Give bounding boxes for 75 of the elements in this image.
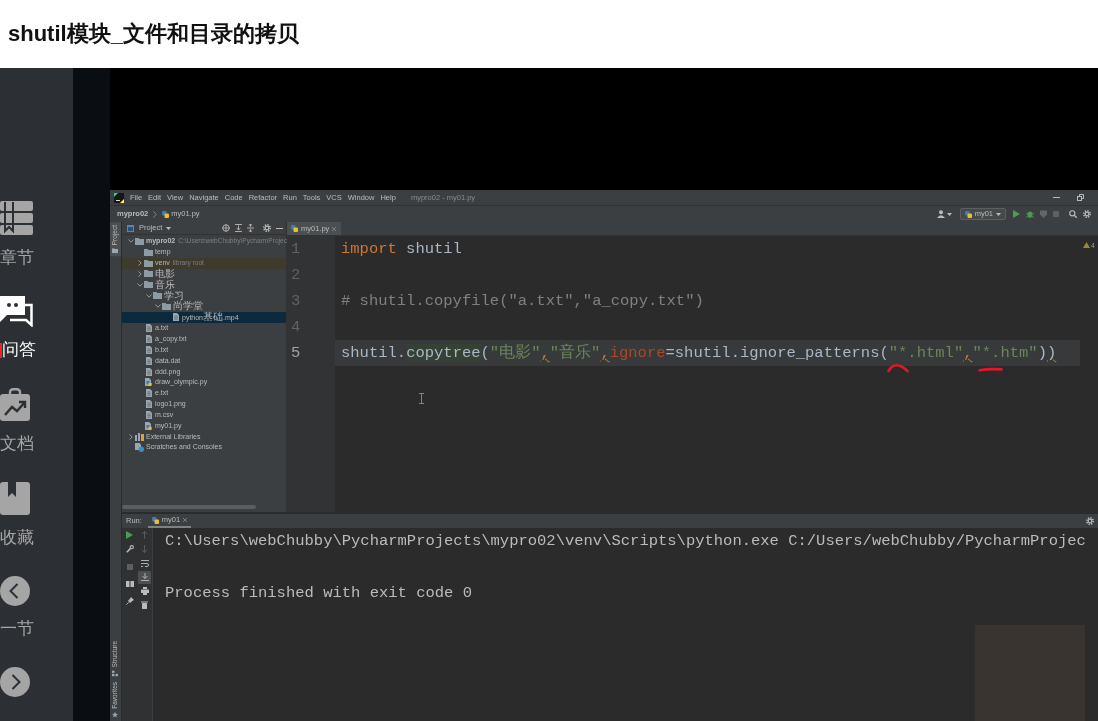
python-file-icon bbox=[291, 225, 298, 232]
page-title: shutil模块_文件和目录的拷贝 bbox=[8, 20, 299, 48]
tree-item[interactable]: 电影 bbox=[122, 268, 286, 280]
document-icon bbox=[145, 335, 152, 343]
collapse-icon[interactable] bbox=[235, 224, 242, 232]
warning-icon[interactable] bbox=[1083, 242, 1091, 248]
document-icon bbox=[172, 313, 179, 322]
wrap-lines-icon[interactable] bbox=[140, 559, 149, 567]
python-file-icon bbox=[145, 421, 152, 430]
sidebar-button[interactable]: 一节 bbox=[0, 576, 34, 639]
console-line: Process finished with exit code 0 bbox=[165, 583, 473, 604]
document-icon bbox=[145, 367, 152, 376]
caret-icon bbox=[166, 226, 172, 230]
minus-icon[interactable] bbox=[276, 227, 283, 229]
sidebar-button[interactable]: 章节 bbox=[0, 201, 34, 268]
pin-icon[interactable] bbox=[125, 597, 134, 605]
search-icon[interactable] bbox=[1069, 210, 1077, 218]
run-icon[interactable] bbox=[1013, 210, 1020, 218]
chevron-down-icon[interactable] bbox=[154, 304, 161, 309]
scroll-to-end-icon bbox=[140, 573, 149, 581]
scratch-file-icon bbox=[135, 442, 144, 452]
caret-icon[interactable] bbox=[946, 212, 952, 216]
code-line: import shutil bbox=[340, 239, 463, 260]
tree-item[interactable]: 学习 bbox=[122, 290, 286, 302]
bug-icon[interactable] bbox=[1026, 210, 1034, 218]
wrench-icon[interactable] bbox=[125, 545, 134, 553]
chevron-down-icon[interactable] bbox=[136, 282, 143, 287]
pen-stroke-mark bbox=[887, 363, 909, 373]
sidebar-button[interactable]: 文档 bbox=[0, 388, 34, 454]
chevron-right-icon[interactable] bbox=[128, 433, 133, 440]
chevron-down-icon[interactable] bbox=[127, 239, 134, 244]
crosshair-icon[interactable] bbox=[222, 224, 230, 232]
close-icon[interactable] bbox=[332, 226, 337, 231]
printer-icon[interactable] bbox=[140, 587, 149, 595]
chevron-down-icon[interactable] bbox=[145, 293, 152, 298]
layout-icon[interactable] bbox=[125, 581, 134, 587]
scroll-to-end-button[interactable] bbox=[138, 570, 151, 584]
settings-icon[interactable] bbox=[1086, 517, 1094, 525]
settings-icon[interactable] bbox=[1083, 210, 1091, 218]
document-icon bbox=[145, 356, 152, 365]
tree-item[interactable]: 音乐 bbox=[122, 279, 286, 291]
folder-icon bbox=[112, 248, 119, 254]
pen-stroke-mark bbox=[978, 367, 1003, 372]
restore-icon[interactable] bbox=[1077, 194, 1084, 201]
tree-item[interactable]: 尚学堂 bbox=[122, 301, 286, 312]
python-file-icon bbox=[964, 210, 972, 218]
text-cursor-icon bbox=[419, 393, 424, 404]
caret-icon bbox=[996, 212, 1001, 216]
python-file-icon bbox=[162, 210, 170, 218]
sidebar-button[interactable]: 收藏 bbox=[0, 482, 34, 548]
python-file-icon bbox=[145, 378, 152, 387]
trash-icon[interactable] bbox=[141, 601, 148, 609]
expand-icon[interactable] bbox=[247, 224, 254, 232]
sidebar-button[interactable]: 问答 bbox=[0, 296, 36, 360]
star-icon bbox=[112, 712, 119, 718]
window-icon bbox=[127, 224, 134, 232]
close-icon[interactable] bbox=[183, 518, 188, 522]
run-icon[interactable] bbox=[126, 531, 133, 539]
structure-icon bbox=[112, 670, 119, 677]
document-icon bbox=[145, 345, 152, 354]
chevron-right-icon[interactable] bbox=[137, 260, 142, 267]
document-icon bbox=[145, 389, 152, 398]
app-logo-icon bbox=[114, 192, 124, 203]
chevron-right-icon[interactable] bbox=[137, 270, 142, 277]
sidebar-button[interactable] bbox=[0, 667, 30, 697]
code-line: # shutil.copyfile("a.txt","a_copy.txt") bbox=[340, 291, 705, 312]
library-icon bbox=[135, 432, 144, 441]
line-number: 5 bbox=[290, 343, 302, 364]
python-file-icon bbox=[151, 516, 159, 524]
selection-marker bbox=[0, 342, 2, 358]
chevron-icon bbox=[153, 210, 158, 218]
settings-icon[interactable] bbox=[263, 224, 271, 232]
stop-icon[interactable] bbox=[126, 564, 133, 570]
document-icon bbox=[145, 324, 152, 333]
console-line: C:\Users\webChubby\PycharmProjects\mypro02\venv\Scripts\python.exe C:/Users/webChubby/PycharmProjec bbox=[165, 531, 1087, 552]
